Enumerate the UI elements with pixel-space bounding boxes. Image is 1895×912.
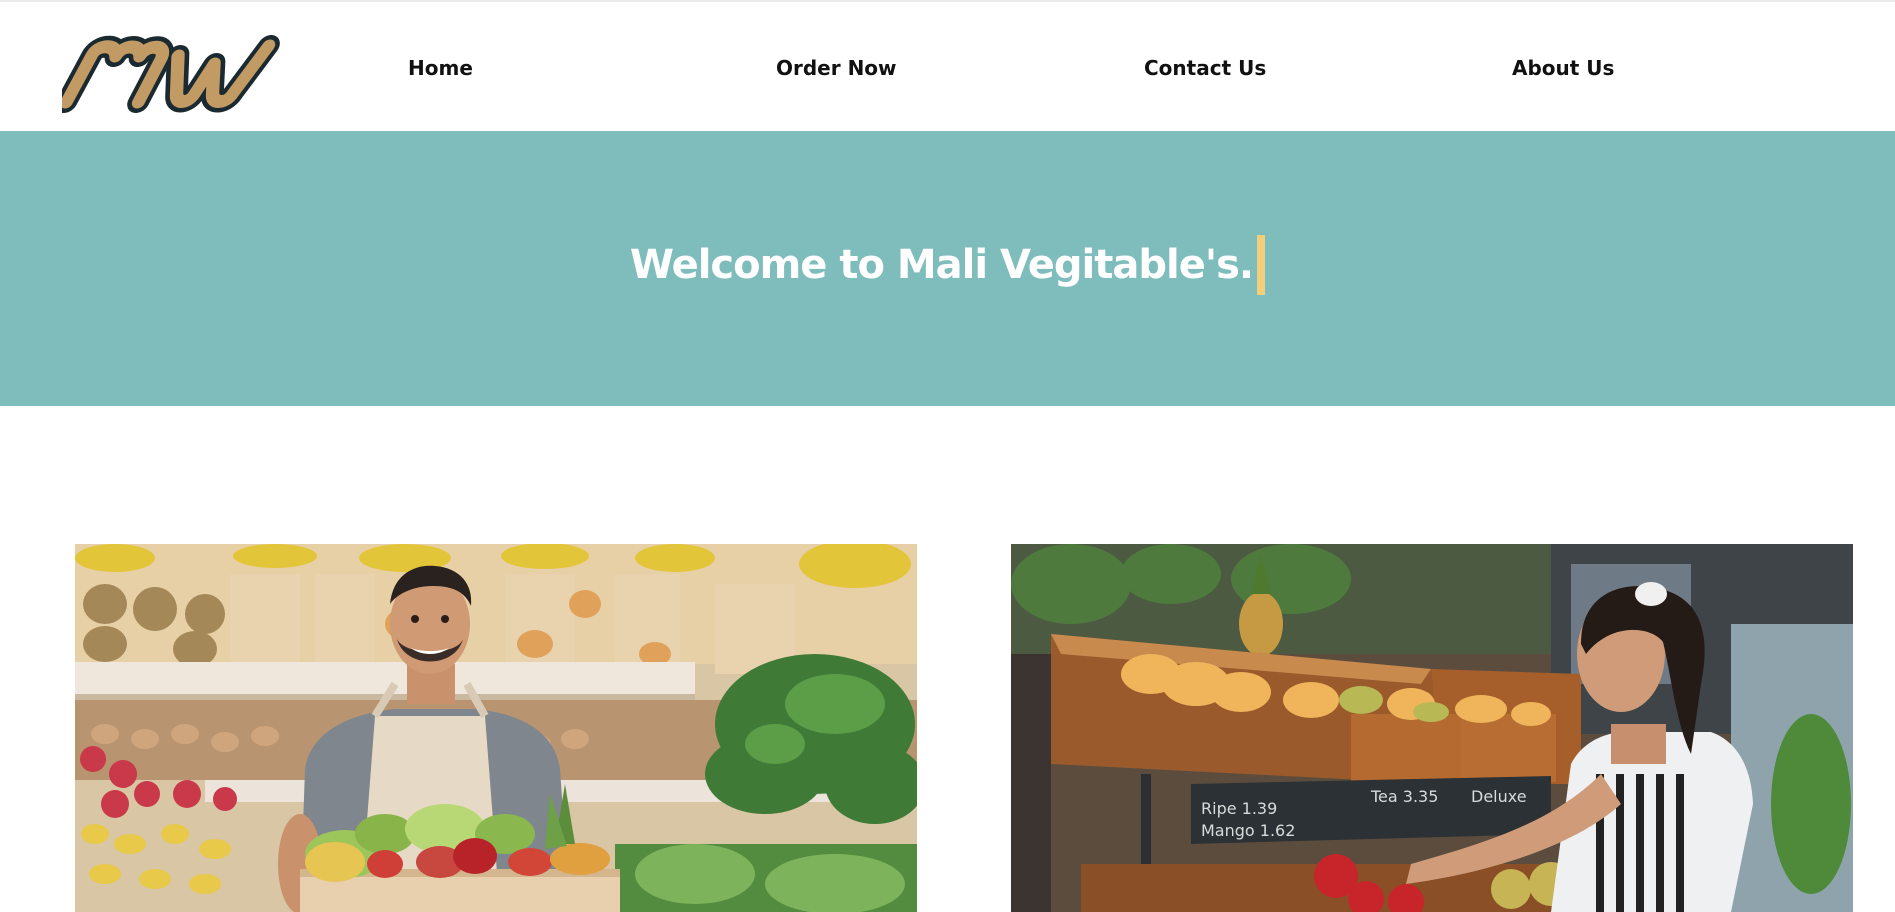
hero-title: Welcome to Mali Vegitable's. <box>629 242 1254 288</box>
nav-order-now-link[interactable]: Order Now <box>776 56 897 80</box>
mw-logo-icon[interactable] <box>55 32 286 114</box>
page: Home Order Now Contact Us About Us Welco… <box>0 0 1895 912</box>
nav-home-link[interactable]: Home <box>408 56 473 80</box>
shopper-photo-icon: Ripe 1.39 Mango 1.62 Tea 3.35 Deluxe <box>1011 544 1853 912</box>
nav-about-us-link[interactable]: About Us <box>1512 56 1614 80</box>
nav-contact-us-link[interactable]: Contact Us <box>1144 56 1266 80</box>
vendor-photo-icon <box>75 544 917 912</box>
hero-title-wrap: Welcome to Mali Vegitable's. <box>0 235 1895 295</box>
typing-cursor <box>1257 235 1266 295</box>
svg-text:Mango 1.62: Mango 1.62 <box>1201 821 1295 840</box>
site-header: Home Order Now Contact Us About Us <box>0 2 1895 131</box>
svg-text:Deluxe: Deluxe <box>1471 787 1527 806</box>
hero-banner: Welcome to Mali Vegitable's. <box>0 131 1895 406</box>
svg-text:Tea 3.35: Tea 3.35 <box>1370 787 1438 806</box>
svg-text:Ripe 1.39: Ripe 1.39 <box>1201 799 1277 818</box>
